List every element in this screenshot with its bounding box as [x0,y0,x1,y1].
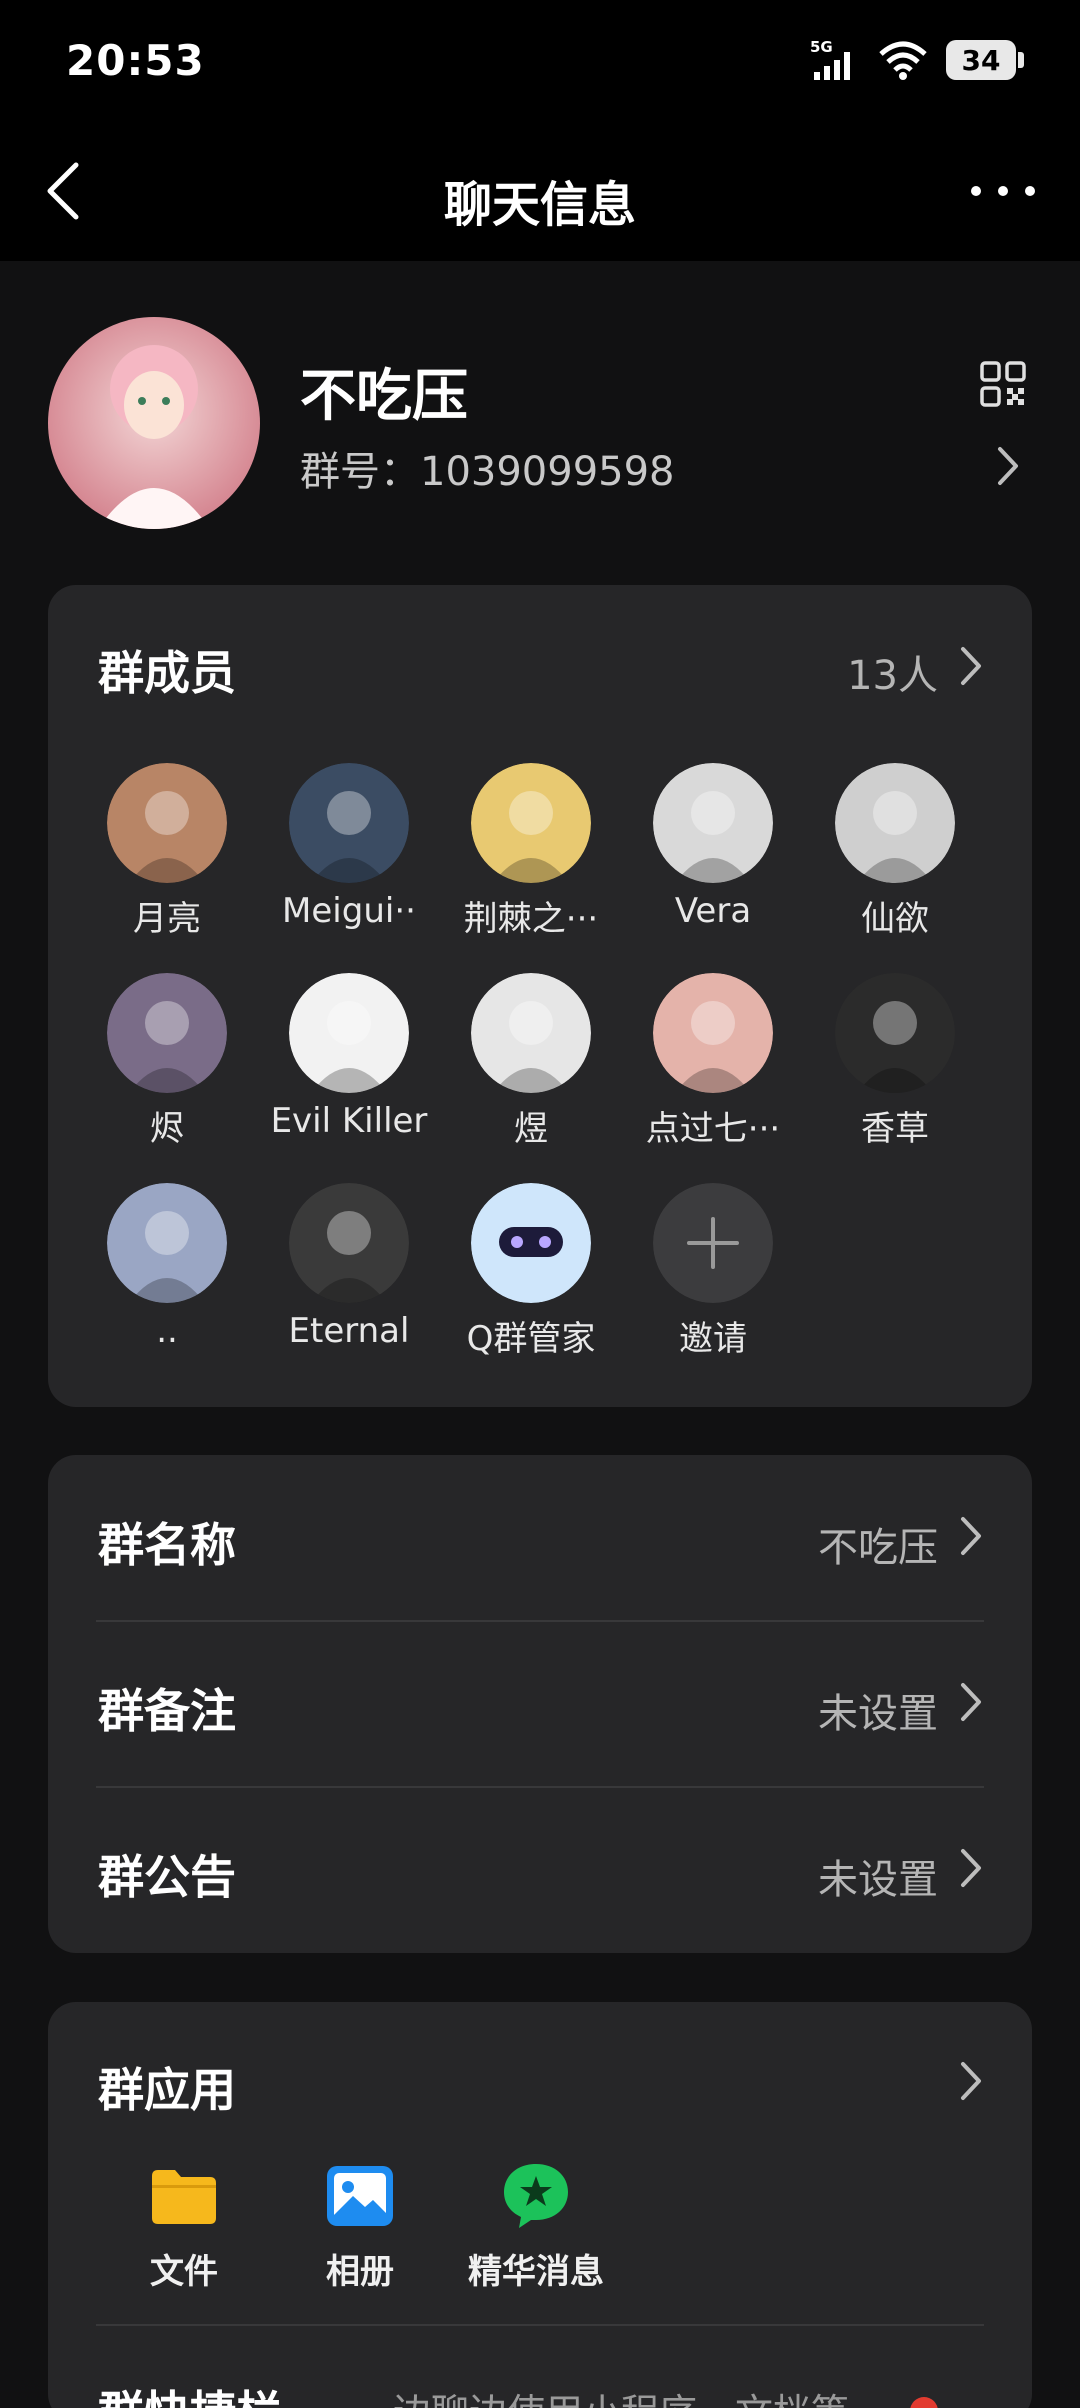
member-avatar [471,973,591,1093]
app-essence[interactable]: 精华消息 [448,2160,624,2293]
wifi-icon [879,41,927,80]
member-avatar [835,763,955,883]
group-name-label: 群名称 [98,1518,236,1572]
member-name: 烬 [150,1109,184,1149]
member-avatar [107,973,227,1093]
member-item[interactable]: Q群管家 [440,1183,622,1360]
qr-code-icon[interactable] [980,361,1026,407]
member-item[interactable]: 荆棘之··· [440,763,622,940]
member-avatar [471,763,591,883]
member-item[interactable]: Evil Killer [258,973,440,1141]
group-profile[interactable]: 不吃压 群号：1039099598 [0,261,1080,561]
status-icons: 5G 34 [810,38,1024,82]
image-icon [327,2166,393,2226]
invite-member-button[interactable]: 邀请 [622,1183,804,1360]
chevron-right-icon[interactable] [954,2058,988,2104]
group-avatar[interactable] [48,317,260,529]
quick-bar-value: 边聊边使用小程序、文档等 [393,2382,849,2408]
member-name: 月亮 [133,899,201,939]
divider [96,2324,984,2326]
member-avatar [107,763,227,883]
member-item[interactable]: 香草 [804,973,986,1150]
app-label: 文件 [150,2252,218,2292]
app-label: 精华消息 [468,2252,604,2292]
member-name: 点过七··· [645,1109,781,1149]
member-name: 煜 [514,1109,548,1149]
member-name: 邀请 [679,1319,747,1359]
member-avatar [107,1183,227,1303]
group-remark-label: 群备注 [98,1684,236,1738]
status-bar: 20:53 5G 34 [0,0,1080,125]
member-name: Q群管家 [466,1319,596,1359]
group-name-value: 不吃压 [818,1525,938,1571]
member-avatar [289,1183,409,1303]
apps-header[interactable]: 群应用 [98,2054,236,2120]
group-announcement-row[interactable]: 群公告 未设置 [48,1787,1032,1953]
group-announcement-value: 未设置 [818,1857,938,1903]
member-name: Meigui·· [282,891,416,931]
member-item[interactable]: Eternal [258,1183,440,1351]
member-avatar [653,973,773,1093]
battery-icon: 34 [946,40,1024,80]
group-remark-row[interactable]: 群备注 未设置 [48,1621,1032,1787]
chevron-right-icon [961,1849,981,1887]
member-item[interactable]: Meigui·· [258,763,440,931]
notification-dot [910,2397,938,2408]
page-title: 聊天信息 [443,177,636,233]
star-bubble-icon [504,2164,568,2228]
member-item[interactable]: 点过七··· [622,973,804,1150]
member-name: 香草 [861,1109,929,1149]
member-avatar [653,763,773,883]
group-number: 群号：1039099598 [300,449,675,495]
member-avatar [289,973,409,1093]
status-time: 20:53 [66,36,205,85]
members-card: 群成员 13人 月亮 Meigui·· 荆棘之··· Vera 仙欲烬 Evil Kill… [48,585,1032,1407]
more-icon[interactable] [966,155,1040,225]
chevron-right-icon[interactable] [990,443,1026,489]
settings-card: 群名称 不吃压 群备注 未设置 群公告 未设置 [48,1455,1032,1953]
group-name: 不吃压 [300,364,468,429]
member-name: 仙欲 [861,899,929,939]
folder-icon [152,2170,216,2224]
member-item[interactable]: 煜 [440,973,622,1150]
member-item[interactable]: Vera [622,763,804,931]
member-name: Evil Killer [270,1101,428,1141]
member-item[interactable]: .. [76,1183,258,1351]
signal-5g-icon: 5G [810,38,850,80]
app-files[interactable]: 文件 [96,2160,272,2293]
svg-text:5G: 5G [810,38,833,56]
member-item[interactable]: 仙欲 [804,763,986,940]
group-announcement-label: 群公告 [98,1850,236,1904]
chevron-right-icon [961,1683,981,1721]
member-name: .. [156,1311,178,1351]
member-avatar [471,1183,591,1303]
nav-bar: 聊天信息 [0,125,1080,261]
members-header[interactable]: 群成员 [98,637,236,703]
members-count[interactable]: 13人 [847,643,938,701]
group-remark-value: 未设置 [818,1691,938,1737]
quick-bar-label[interactable]: 群快捷栏 [98,2377,282,2408]
member-name: Eternal [288,1311,410,1351]
chevron-right-icon [961,1517,981,1555]
app-album[interactable]: 相册 [272,2160,448,2293]
member-avatar [835,973,955,1093]
plus-icon [653,1183,773,1303]
apps-card: 群应用 文件 相册 精华消息 群快捷栏 边聊边使用小程序、文档等 [48,2002,1032,2408]
member-name: 荆棘之··· [463,899,599,939]
app-label: 相册 [326,2252,394,2292]
member-avatar [289,763,409,883]
member-item[interactable]: 月亮 [76,763,258,940]
member-name: Vera [674,891,752,931]
group-name-row[interactable]: 群名称 不吃压 [48,1455,1032,1621]
member-item[interactable]: 烬 [76,973,258,1150]
chevron-right-icon[interactable] [954,643,988,689]
